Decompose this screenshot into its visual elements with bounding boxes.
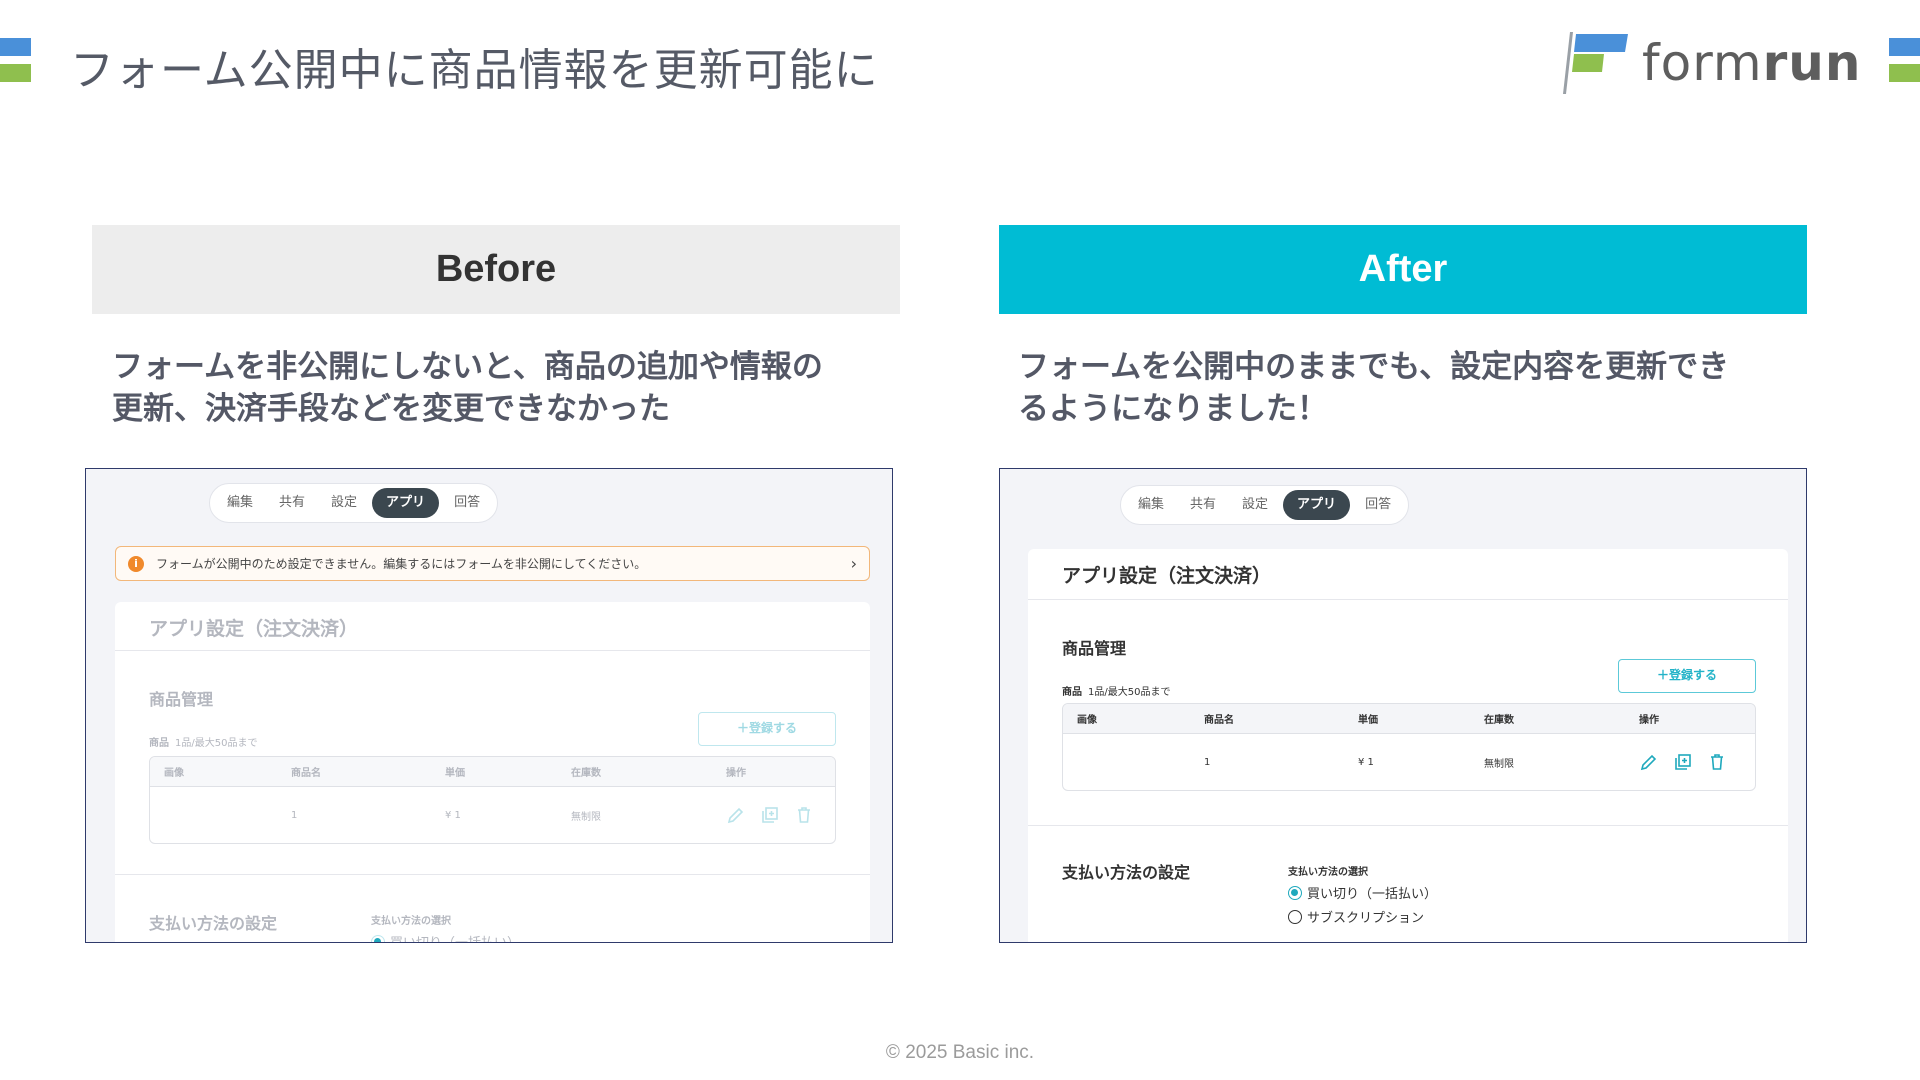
- col-actions: 操作: [1639, 715, 1659, 726]
- edit-pencil-icon[interactable]: [726, 805, 746, 825]
- edit-pencil-icon[interactable]: [1639, 752, 1659, 772]
- tab-responses[interactable]: 回答: [443, 488, 491, 518]
- payment-option-label: 買い切り（一括払い）: [390, 932, 520, 942]
- info-icon: i: [128, 555, 144, 572]
- cell-actions: [712, 805, 835, 825]
- formrun-logo: formrun: [1562, 28, 1862, 98]
- logo-text-bold: run: [1762, 34, 1862, 92]
- table-header: 画像 商品名 単価 在庫数 操作: [1063, 704, 1755, 734]
- payment-method-sub: 支払い方法の選択: [1288, 867, 1368, 878]
- before-heading: Before: [92, 225, 900, 314]
- before-description-line1: フォームを非公開にしないと、商品の追加や情報の: [112, 349, 823, 385]
- product-label-bold: 商品: [149, 738, 169, 749]
- decor-bar-right-green: [1889, 64, 1920, 82]
- app-settings-card: アプリ設定（注文決済） 商品管理 商品 1品/最大50品まで ＋登録する 画像 商…: [115, 602, 870, 942]
- col-stock: 在庫数: [1484, 715, 1514, 726]
- col-price: 単価: [445, 768, 465, 779]
- product-table: 画像 商品名 単価 在庫数 操作 1 ¥ 1 無制限: [149, 756, 836, 844]
- cell-price: ¥ 1: [445, 809, 461, 821]
- divider: [1028, 825, 1788, 826]
- cell-price: ¥ 1: [1358, 756, 1374, 768]
- tab-apps[interactable]: アプリ: [1283, 490, 1351, 520]
- col-stock: 在庫数: [571, 768, 601, 779]
- page-title: フォーム公開中に商品情報を更新可能に: [70, 45, 879, 96]
- tab-bar: 編集 共有 設定 アプリ 回答: [1120, 485, 1410, 525]
- before-description: フォームを非公開にしないと、商品の追加や情報の 更新、決済手段などを変更できなか…: [112, 346, 892, 430]
- product-table: 画像 商品名 単価 在庫数 操作 1 ¥ 1 無制限: [1062, 703, 1756, 791]
- col-actions: 操作: [726, 768, 746, 779]
- divider: [115, 650, 870, 651]
- col-image: 画像: [1077, 715, 1097, 726]
- radio-button-selected[interactable]: [1288, 885, 1302, 900]
- cell-stock: 無制限: [1484, 758, 1514, 770]
- after-heading: After: [999, 225, 1807, 314]
- payment-option-partial[interactable]: 買い切り（一括払い）: [371, 932, 520, 942]
- chevron-right-icon[interactable]: ›: [851, 554, 857, 573]
- payment-option-label: 買い切り（一括払い）: [1307, 887, 1438, 902]
- after-description: フォームを公開中のままでも、設定内容を更新でき るようになりました！: [1018, 346, 1798, 430]
- radio-button[interactable]: [1288, 909, 1302, 924]
- product-limit-label: 商品 1品/最大50品まで: [149, 734, 257, 749]
- radio-button[interactable]: [371, 934, 385, 942]
- register-button[interactable]: ＋登録する: [1618, 659, 1756, 693]
- col-image: 画像: [164, 768, 184, 779]
- warning-banner[interactable]: i フォームが公開中のため設定できません。編集するにはフォームを非公開にしてくだ…: [115, 546, 870, 581]
- card-title: アプリ設定（注文決済）: [1062, 565, 1272, 587]
- cell-stock: 無制限: [571, 811, 601, 823]
- duplicate-icon[interactable]: [1673, 752, 1693, 772]
- payment-option-one-time[interactable]: 買い切り（一括払い）: [1288, 883, 1437, 902]
- tab-bar: 編集 共有 設定 アプリ 回答: [209, 483, 499, 523]
- tab-edit[interactable]: 編集: [1127, 490, 1175, 520]
- payment-option-subscription[interactable]: サブスクリプション: [1288, 907, 1424, 926]
- decor-bar-left-green: [0, 64, 31, 82]
- payment-method-title: 支払い方法の設定: [1062, 863, 1191, 882]
- col-price: 単価: [1358, 715, 1378, 726]
- after-screenshot: 編集 共有 設定 アプリ 回答 アプリ設定（注文決済） 商品管理 商品 1品/最大…: [999, 468, 1807, 943]
- col-name: 商品名: [1204, 715, 1234, 726]
- after-description-line1: フォームを公開中のままでも、設定内容を更新でき: [1018, 349, 1730, 385]
- col-name: 商品名: [291, 768, 321, 779]
- payment-option-label: サブスクリプション: [1307, 911, 1425, 926]
- divider: [115, 874, 870, 875]
- product-management-title: 商品管理: [1062, 639, 1127, 658]
- product-limit-text: 1品/最大50品まで: [1088, 687, 1171, 698]
- cell-name: 1: [291, 809, 298, 821]
- before-description-line2: 更新、決済手段などを変更できなかった: [112, 391, 670, 427]
- tab-edit[interactable]: 編集: [216, 488, 264, 518]
- copyright-footer: © 2025 Basic inc.: [885, 1042, 1035, 1063]
- product-label-bold: 商品: [1062, 687, 1082, 698]
- trash-icon[interactable]: [1707, 752, 1727, 772]
- tab-settings[interactable]: 設定: [320, 488, 368, 518]
- decor-bar-right-blue: [1889, 38, 1920, 56]
- cell-actions: [1625, 752, 1755, 772]
- before-screenshot: 編集 共有 設定 アプリ 回答 i フォームが公開中のため設定できません。編集す…: [85, 468, 893, 943]
- product-limit-text: 1品/最大50品まで: [175, 738, 258, 749]
- logo-wordmark: formrun: [1642, 38, 1861, 88]
- after-description-line2: るようになりました！: [1018, 391, 1328, 427]
- divider: [1028, 599, 1788, 600]
- tab-settings[interactable]: 設定: [1231, 490, 1279, 520]
- card-title: アプリ設定（注文決済）: [149, 618, 359, 640]
- product-management-title: 商品管理: [149, 690, 214, 709]
- cell-name: 1: [1204, 756, 1211, 768]
- table-header: 画像 商品名 単価 在庫数 操作: [150, 757, 835, 787]
- tab-share[interactable]: 共有: [1179, 490, 1227, 520]
- table-row: 1 ¥ 1 無制限: [1063, 734, 1755, 790]
- tab-apps[interactable]: アプリ: [372, 488, 440, 518]
- table-row: 1 ¥ 1 無制限: [150, 787, 835, 843]
- register-button[interactable]: ＋登録する: [698, 712, 836, 746]
- duplicate-icon[interactable]: [760, 805, 780, 825]
- product-limit-label: 商品 1品/最大50品まで: [1062, 683, 1170, 698]
- tab-share[interactable]: 共有: [268, 488, 316, 518]
- trash-icon[interactable]: [794, 805, 814, 825]
- payment-method-sub: 支払い方法の選択: [371, 916, 451, 927]
- formrun-flag-logo-icon: [1563, 32, 1628, 94]
- decor-bar-left-blue: [0, 38, 31, 56]
- tab-responses[interactable]: 回答: [1354, 490, 1402, 520]
- payment-method-title: 支払い方法の設定: [149, 914, 278, 933]
- logo-text-light: form: [1642, 34, 1763, 92]
- warning-text: フォームが公開中のため設定できません。編集するにはフォームを非公開にしてください…: [156, 557, 647, 571]
- app-settings-card: アプリ設定（注文決済） 商品管理 商品 1品/最大50品まで ＋登録する 画像 商…: [1028, 549, 1788, 942]
